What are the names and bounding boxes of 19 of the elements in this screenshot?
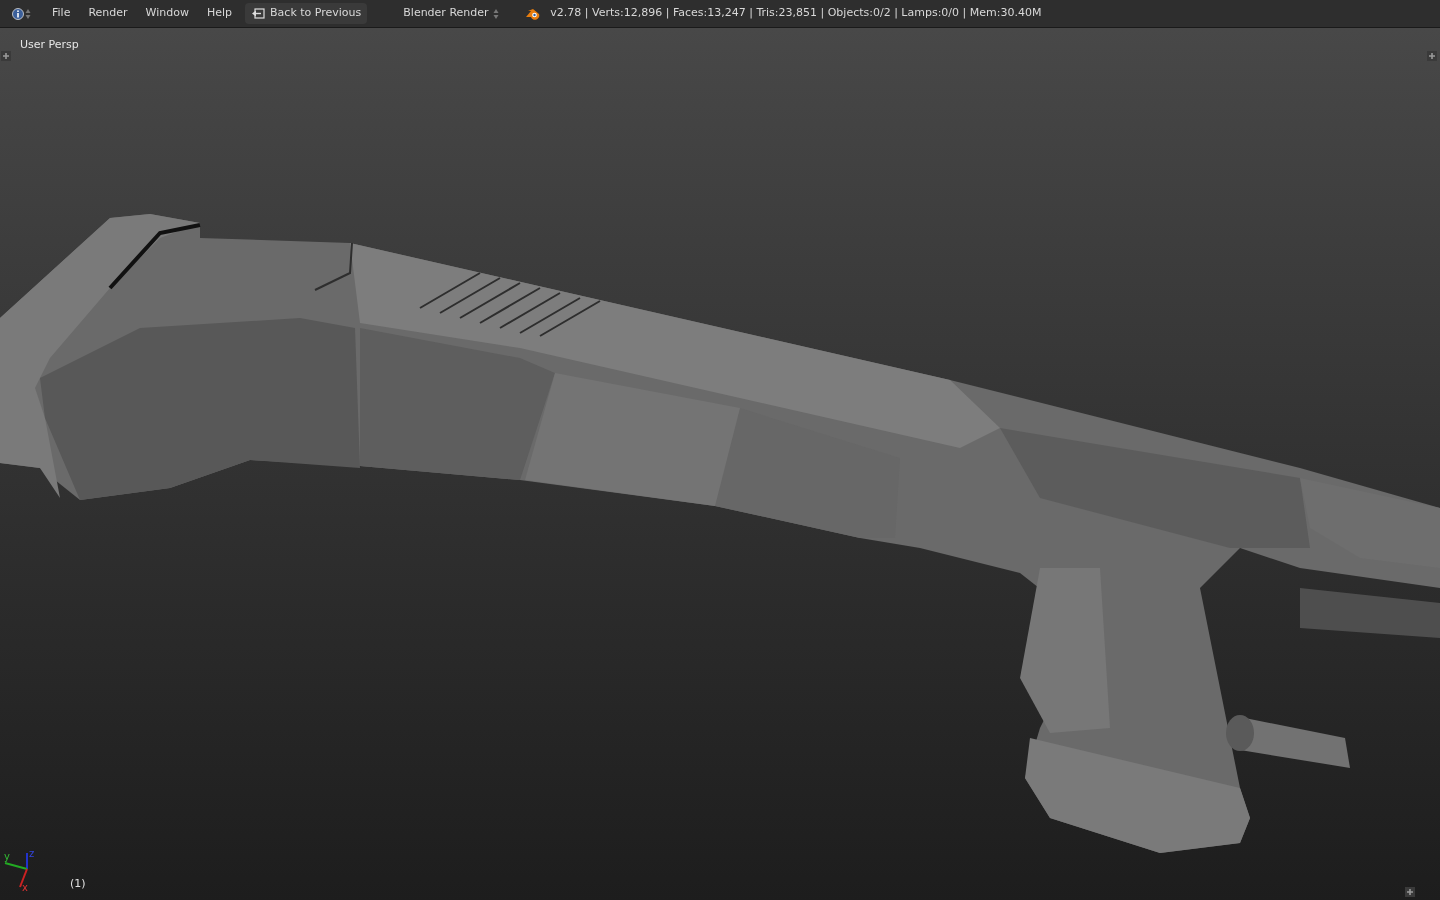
menu-item[interactable]: Help (197, 3, 242, 24)
blender-logo-icon (525, 7, 541, 20)
axis-label: x (22, 882, 28, 892)
menu-item[interactable]: Render (79, 3, 137, 24)
add-region-icon[interactable] (1405, 887, 1415, 897)
frame-number: (1) (70, 875, 86, 892)
add-region-icon[interactable] (1427, 51, 1437, 61)
editor-type-button[interactable] (12, 7, 31, 20)
axis-label: y (4, 851, 10, 862)
menu-item[interactable]: File (43, 3, 80, 24)
up-down-icon (493, 7, 500, 20)
scene-statistics: v2.78 | Verts:12,896 | Faces:13,247 | Tris:23,851 | Objects:0/2 | Lamps:0/0 | Mem:30.40M (550, 5, 1042, 22)
menu-item[interactable]: Window (136, 3, 198, 24)
axis-label: z (29, 848, 35, 859)
back-to-previous-button[interactable]: Back to Previous (245, 3, 368, 24)
back-icon (251, 8, 266, 19)
info-icon (12, 7, 24, 20)
add-region-icon[interactable] (1, 51, 11, 61)
view-label: User Persp (20, 37, 79, 53)
